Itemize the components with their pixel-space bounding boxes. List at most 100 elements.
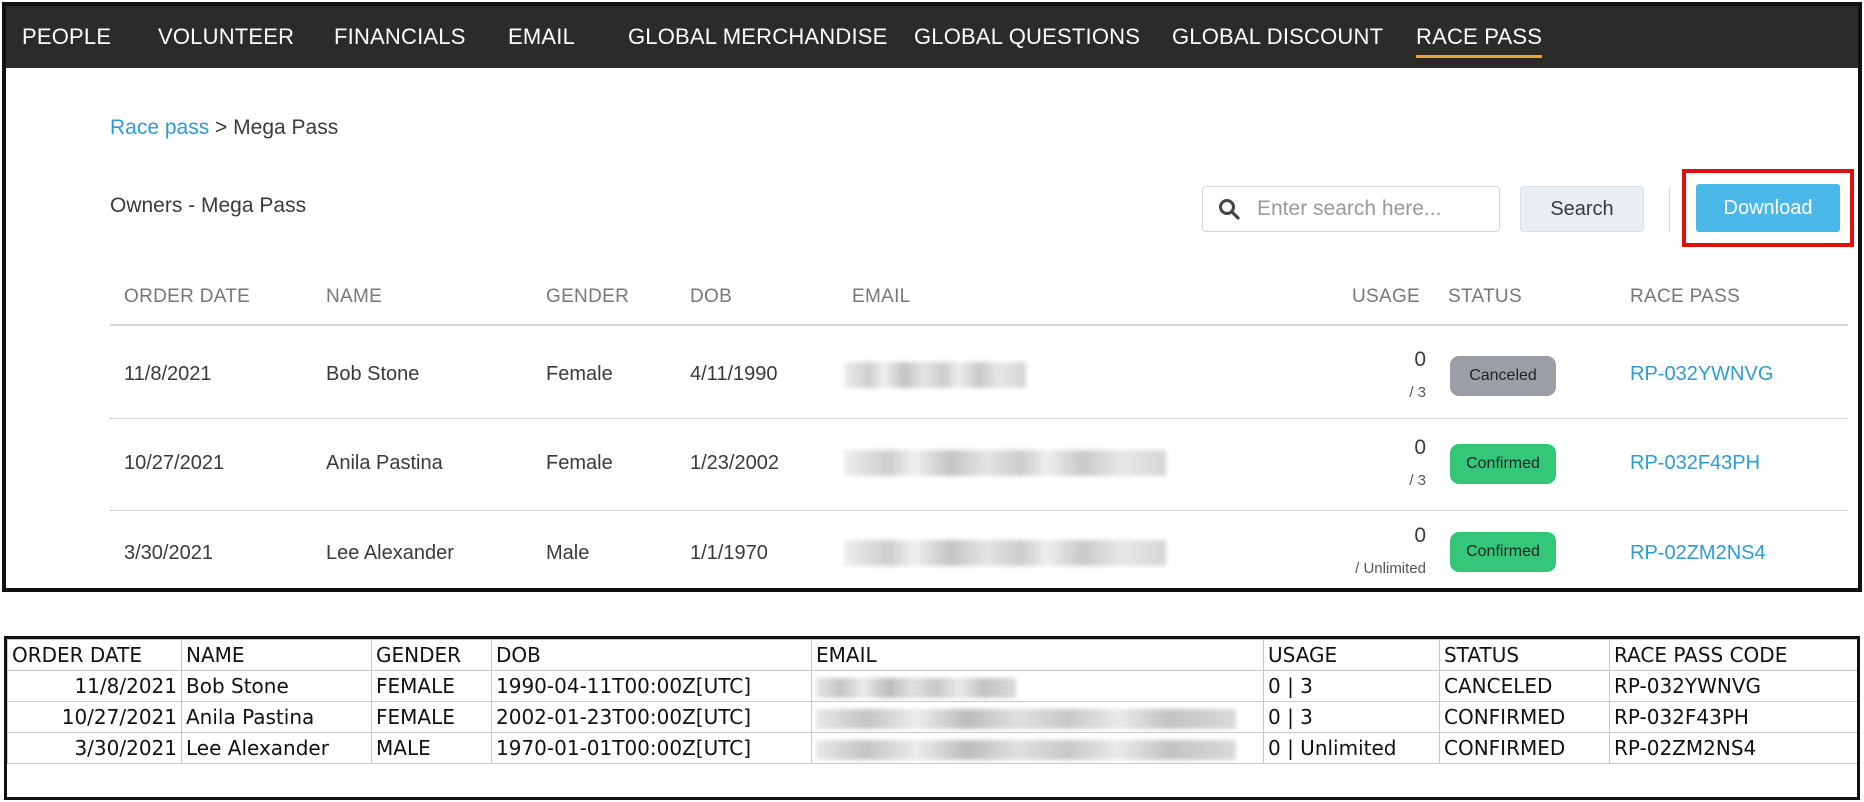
cell-dob: 4/11/1990 <box>690 363 778 385</box>
sheet-cell-usage[interactable]: 0 | Unlimited <box>1263 732 1440 764</box>
sheet-cell-gender[interactable]: FEMALE <box>371 701 492 733</box>
nav-item-global-merchandise[interactable]: GLOBAL MERCHANDISE <box>628 6 888 68</box>
cell-usage-count: 0 <box>1414 436 1426 459</box>
sheet-cell-gender[interactable]: MALE <box>371 732 492 764</box>
race-pass-code-link[interactable]: RP-032YWNVG <box>1630 363 1773 386</box>
breadcrumb-link-race-pass[interactable]: Race pass <box>110 116 209 139</box>
column-header-name[interactable]: NAME <box>326 286 382 308</box>
cell-dob: 1/1/1970 <box>690 542 768 564</box>
sheet-cell-code[interactable]: RP-032YWNVG <box>1609 670 1857 702</box>
sheet-cell-email[interactable] <box>811 701 1264 733</box>
race-pass-owners-screen: PEOPLE VOLUNTEER FINANCIALS EMAIL GLOBAL… <box>2 2 1862 592</box>
column-header-gender[interactable]: GENDER <box>546 286 629 308</box>
cell-usage-limit: / 3 <box>1409 472 1426 489</box>
sheet-header-name[interactable]: NAME <box>181 639 372 671</box>
email-redacted <box>816 708 1236 729</box>
column-header-usage[interactable]: USAGE <box>1352 286 1420 308</box>
email-redacted <box>816 677 1016 698</box>
nav-item-financials[interactable]: FINANCIALS <box>334 6 466 68</box>
page-title: Owners - Mega Pass <box>110 194 307 217</box>
cell-email-redacted <box>844 540 1166 566</box>
top-nav-bar: PEOPLE VOLUNTEER FINANCIALS EMAIL GLOBAL… <box>6 6 1858 68</box>
sheet-cell-name[interactable]: Bob Stone <box>181 670 372 702</box>
cell-email-redacted <box>844 362 1026 388</box>
sheet-cell-status[interactable]: CONFIRMED <box>1439 701 1610 733</box>
cell-order-date: 10/27/2021 <box>124 452 225 474</box>
sheet-header-dob[interactable]: DOB <box>491 639 812 671</box>
column-header-order-date[interactable]: ORDER DATE <box>124 286 250 308</box>
cell-usage-limit: / Unlimited <box>1355 560 1426 577</box>
column-header-race-pass[interactable]: RACE PASS <box>1630 286 1740 308</box>
spreadsheet-row: 11/8/2021 Bob Stone FEMALE 1990-04-11T00… <box>7 670 1857 702</box>
nav-item-global-questions[interactable]: GLOBAL QUESTIONS <box>914 6 1140 68</box>
sheet-cell-email[interactable] <box>811 670 1264 702</box>
sheet-header-gender[interactable]: GENDER <box>371 639 492 671</box>
cell-gender: Male <box>546 542 590 564</box>
cell-gender: Female <box>546 363 613 385</box>
sheet-header-email[interactable]: EMAIL <box>811 639 1264 671</box>
spreadsheet-row: 10/27/2021 Anila Pastina FEMALE 2002-01-… <box>7 701 1857 733</box>
sheet-cell-order-date[interactable]: 11/8/2021 <box>7 670 182 702</box>
breadcrumb-separator: > <box>209 116 234 139</box>
cell-order-date: 11/8/2021 <box>124 363 212 385</box>
sheet-cell-code[interactable]: RP-032F43PH <box>1609 701 1857 733</box>
search-box[interactable] <box>1202 186 1500 232</box>
table-header-divider <box>110 324 1848 326</box>
email-redacted <box>816 739 1236 760</box>
sheet-cell-order-date[interactable]: 10/27/2021 <box>7 701 182 733</box>
nav-item-volunteer[interactable]: VOLUNTEER <box>158 6 294 68</box>
race-pass-code-link[interactable]: RP-02ZM2NS4 <box>1630 542 1766 565</box>
exported-spreadsheet: ORDER DATE NAME GENDER DOB EMAIL USAGE S… <box>4 636 1860 800</box>
sheet-cell-status[interactable]: CANCELED <box>1439 670 1610 702</box>
status-badge: Confirmed <box>1450 444 1556 484</box>
sheet-cell-usage[interactable]: 0 | 3 <box>1263 670 1440 702</box>
cell-order-date: 3/30/2021 <box>124 542 213 564</box>
sheet-cell-code[interactable]: RP-02ZM2NS4 <box>1609 732 1857 764</box>
sheet-cell-name[interactable]: Lee Alexander <box>181 732 372 764</box>
status-badge: Canceled <box>1450 356 1556 396</box>
spreadsheet-table: ORDER DATE NAME GENDER DOB EMAIL USAGE S… <box>7 639 1857 764</box>
toolbar-divider <box>1669 186 1670 232</box>
sheet-cell-dob[interactable]: 2002-01-23T00:00Z[UTC] <box>491 701 812 733</box>
nav-item-people[interactable]: PEOPLE <box>22 6 111 68</box>
sheet-cell-gender[interactable]: FEMALE <box>371 670 492 702</box>
search-icon <box>1219 199 1240 220</box>
sheet-header-usage[interactable]: USAGE <box>1263 639 1440 671</box>
cell-name: Anila Pastina <box>326 452 443 474</box>
cell-dob: 1/23/2002 <box>690 452 779 474</box>
search-button[interactable]: Search <box>1520 186 1644 232</box>
sheet-cell-dob[interactable]: 1990-04-11T00:00Z[UTC] <box>491 670 812 702</box>
sheet-cell-name[interactable]: Anila Pastina <box>181 701 372 733</box>
column-header-status[interactable]: STATUS <box>1448 286 1522 308</box>
cell-usage-limit: / 3 <box>1409 384 1426 401</box>
search-input[interactable] <box>1257 197 1487 221</box>
sheet-header-status[interactable]: STATUS <box>1439 639 1610 671</box>
breadcrumb-current: Mega Pass <box>233 116 339 139</box>
spreadsheet-header-row: ORDER DATE NAME GENDER DOB EMAIL USAGE S… <box>7 639 1857 671</box>
sheet-cell-email[interactable] <box>811 732 1264 764</box>
cell-name: Bob Stone <box>326 363 420 385</box>
nav-item-race-pass[interactable]: RACE PASS <box>1416 6 1543 68</box>
nav-item-email[interactable]: EMAIL <box>508 6 575 68</box>
column-header-email[interactable]: EMAIL <box>852 286 911 308</box>
status-badge: Confirmed <box>1450 532 1556 572</box>
row-divider <box>110 418 1848 419</box>
sheet-cell-status[interactable]: CONFIRMED <box>1439 732 1610 764</box>
breadcrumb: Race pass > Mega Pass <box>110 116 338 140</box>
download-button[interactable]: Download <box>1696 184 1840 232</box>
sheet-cell-order-date[interactable]: 3/30/2021 <box>7 732 182 764</box>
cell-usage-count: 0 <box>1414 524 1426 547</box>
cell-usage-count: 0 <box>1414 348 1426 371</box>
sheet-header-order-date[interactable]: ORDER DATE <box>7 639 182 671</box>
cell-gender: Female <box>546 452 613 474</box>
cell-email-redacted <box>844 450 1166 476</box>
race-pass-code-link[interactable]: RP-032F43PH <box>1630 452 1760 475</box>
cell-name: Lee Alexander <box>326 542 454 564</box>
sheet-header-race-pass-code[interactable]: RACE PASS CODE <box>1609 639 1857 671</box>
nav-item-global-discount[interactable]: GLOBAL DISCOUNT <box>1172 6 1383 68</box>
column-header-dob[interactable]: DOB <box>690 286 732 308</box>
sheet-cell-usage[interactable]: 0 | 3 <box>1263 701 1440 733</box>
sheet-cell-dob[interactable]: 1970-01-01T00:00Z[UTC] <box>491 732 812 764</box>
spreadsheet-row: 3/30/2021 Lee Alexander MALE 1970-01-01T… <box>7 732 1857 764</box>
row-divider <box>110 510 1848 511</box>
